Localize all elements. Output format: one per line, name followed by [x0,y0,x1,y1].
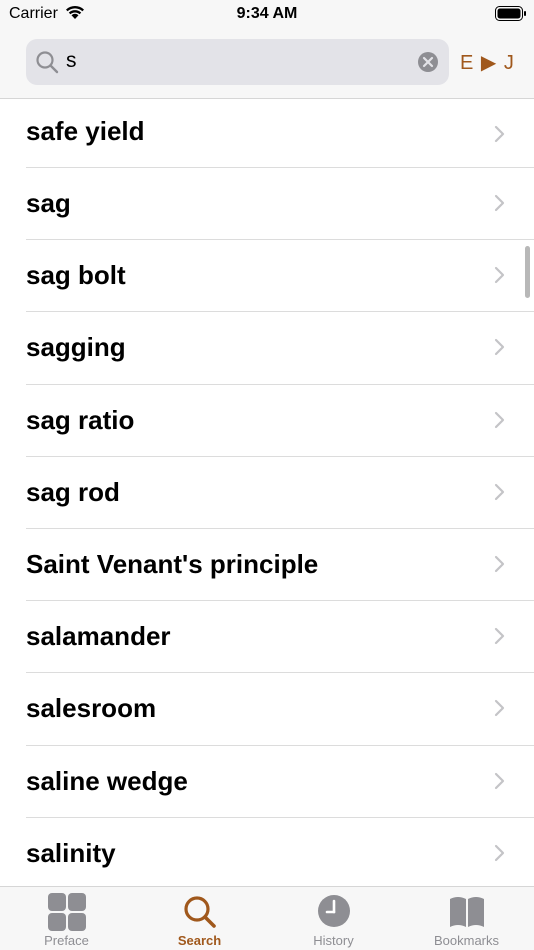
chevron-right-icon [494,555,505,573]
list-item-label: safe yield [26,116,145,146]
list-item[interactable]: saline wedge [0,746,534,818]
status-bar: Carrier 9:34 AM [0,0,534,28]
battery-icon [495,6,526,21]
tab-search[interactable]: Search [133,887,266,950]
scroll-indicator[interactable] [525,246,530,298]
list-item-label: salinity [26,837,116,868]
chevron-right-icon [494,772,505,789]
list-item-label: saline wedge [26,765,188,796]
search-icon [36,51,59,74]
list-item[interactable]: sag [0,168,534,241]
clear-icon[interactable] [417,51,439,73]
results-list: safe yield sag sag bolt sagging sag rati… [0,99,534,886]
tab-label: History [313,933,354,948]
list-item[interactable]: salinity [0,818,534,886]
list-item-label: sagging [26,332,126,363]
list-item[interactable]: sag bolt [0,240,534,313]
list-item[interactable]: sagging [0,312,534,385]
tab-bookmarks[interactable]: Bookmarks [400,887,533,950]
chevron-right-icon [494,194,505,212]
chevron-right-icon [494,125,505,143]
tab-label: Preface [44,933,89,948]
search-icon [183,896,216,928]
header: Carrier 9:34 AM s E ▶ J [0,0,534,99]
tab-label: Bookmarks [433,933,500,948]
chevron-right-icon [494,700,505,717]
app-screen: Carrier 9:34 AM s E ▶ J safe yield sag s… [0,0,534,950]
language-direction-button[interactable]: E ▶ J [460,50,514,76]
list-item-label: sag rod [26,476,120,507]
search-input[interactable]: s [26,39,449,85]
list-item[interactable]: Saint Venant's principle [0,529,534,602]
list-item-label: salamander [26,621,171,652]
chevron-right-icon [494,339,505,356]
book-icon [449,897,484,927]
tab-bar: Preface Search History Bookmarks [0,886,534,950]
chevron-right-icon [494,628,505,645]
chevron-right-icon [494,267,505,284]
list-item[interactable]: sag ratio [0,385,534,457]
search-query-text[interactable]: s [66,49,77,73]
clock-icon [317,895,350,927]
tab-history[interactable]: History [267,887,400,950]
chevron-right-icon [494,844,505,861]
list-item-label: sag ratio [26,404,135,435]
tab-label: Search [177,933,222,948]
list-item[interactable]: sag rod [0,457,534,529]
list-item[interactable]: safe yield [0,99,534,168]
chevron-right-icon [494,411,505,428]
list-item-label: Saint Venant's principle [26,548,319,579]
list-item-label: salesroom [26,693,157,724]
chevron-right-icon [494,483,505,500]
list-item[interactable]: salamander [0,601,534,674]
clock-time: 9:34 AM [236,5,298,22]
list-item[interactable]: salesroom [0,673,534,746]
grid-icon [47,893,86,931]
list-item-label: sag bolt [26,260,126,291]
list-item-label: sag [26,188,71,218]
tab-preface[interactable]: Preface [0,887,133,950]
